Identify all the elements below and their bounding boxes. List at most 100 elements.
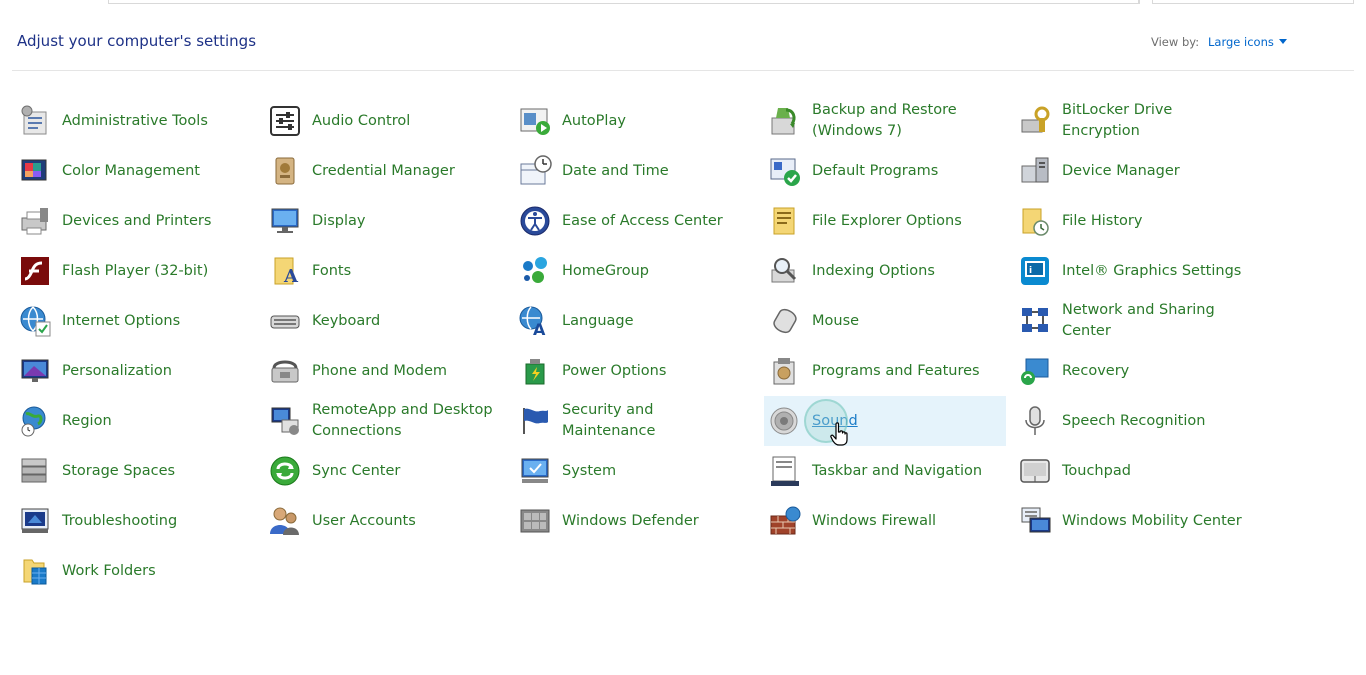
header: Adjust your computer's settings View by:… — [12, 24, 1354, 71]
security-maintenance-icon — [518, 404, 552, 438]
page-title: Adjust your computer's settings — [17, 32, 257, 50]
item-file-history[interactable]: File History — [1014, 196, 1256, 246]
item-label: System — [562, 462, 617, 479]
item-region[interactable]: Region — [14, 396, 256, 446]
item-default-programs[interactable]: Default Programs — [764, 146, 1006, 196]
item-label: Storage Spaces — [62, 462, 176, 479]
item-windows-mobility[interactable]: Windows Mobility Center — [1014, 496, 1256, 546]
recovery-icon — [1018, 354, 1052, 388]
item-personalization[interactable]: Personalization — [14, 346, 256, 396]
item-recovery[interactable]: Recovery — [1014, 346, 1256, 396]
item-devices-printers[interactable]: Devices and Printers — [14, 196, 256, 246]
windows-mobility-icon — [1018, 504, 1052, 538]
devices-printers-icon — [18, 204, 52, 238]
item-audio-control[interactable]: Audio Control — [264, 96, 506, 146]
ease-of-access-icon — [518, 204, 552, 238]
address-dropdown-button[interactable] — [1118, 0, 1139, 4]
chevron-down-icon — [1278, 39, 1287, 44]
item-label: Mouse — [812, 312, 860, 329]
item-user-accounts[interactable]: User Accounts — [264, 496, 506, 546]
item-storage-spaces[interactable]: Storage Spaces — [14, 446, 256, 496]
item-label: Work Folders — [62, 562, 156, 579]
item-label: Touchpad — [1062, 462, 1131, 479]
device-manager-icon — [1018, 154, 1052, 188]
display-icon — [268, 204, 302, 238]
item-keyboard[interactable]: Keyboard — [264, 296, 506, 346]
item-security-maintenance[interactable]: Security and Maintenance — [514, 396, 756, 446]
indexing-options-icon — [768, 254, 802, 288]
item-label: Administrative Tools — [62, 112, 208, 129]
file-history-icon — [1018, 204, 1052, 238]
view-by-label: View by: — [1151, 35, 1200, 49]
item-label: Devices and Printers — [62, 212, 212, 229]
item-sync-center[interactable]: Sync Center — [264, 446, 506, 496]
item-label: Internet Options — [62, 312, 181, 329]
autoplay-icon — [518, 104, 552, 138]
region-icon — [18, 404, 52, 438]
item-mouse[interactable]: Mouse — [764, 296, 1006, 346]
item-windows-firewall[interactable]: Windows Firewall — [764, 496, 1006, 546]
audio-control-icon — [268, 104, 302, 138]
item-programs-features[interactable]: Programs and Features — [764, 346, 1006, 396]
sync-center-icon — [268, 454, 302, 488]
language-icon: A — [518, 304, 552, 338]
hand-cursor-icon — [830, 422, 848, 446]
item-label: Power Options — [562, 362, 667, 379]
item-taskbar-navigation[interactable]: Taskbar and Navigation — [764, 446, 1006, 496]
item-fonts[interactable]: A Fonts — [264, 246, 506, 296]
item-credential-manager[interactable]: Credential Manager — [264, 146, 506, 196]
item-internet-options[interactable]: Internet Options — [14, 296, 256, 346]
item-label: Security and Maintenance — [562, 402, 656, 439]
item-label: Device Manager — [1062, 162, 1180, 179]
system-icon — [518, 454, 552, 488]
item-administrative-tools[interactable]: Administrative Tools — [14, 96, 256, 146]
address-bar[interactable] — [108, 0, 1140, 4]
item-autoplay[interactable]: AutoPlay — [514, 96, 756, 146]
item-label: Fonts — [312, 262, 352, 279]
item-homegroup[interactable]: HomeGroup — [514, 246, 756, 296]
item-label: Taskbar and Navigation — [812, 462, 983, 479]
item-label: File Explorer Options — [812, 212, 962, 229]
item-indexing-options[interactable]: Indexing Options — [764, 246, 1006, 296]
item-label: Audio Control — [312, 112, 411, 129]
item-speech-recognition[interactable]: Speech Recognition — [1014, 396, 1256, 446]
item-label: Sync Center — [312, 462, 401, 479]
item-language[interactable]: A Language — [514, 296, 756, 346]
search-input[interactable] — [1152, 0, 1354, 4]
item-label: Default Programs — [812, 162, 939, 179]
item-remoteapp[interactable]: RemoteApp and Desktop Connections — [264, 396, 506, 446]
item-sound[interactable]: Sound — [764, 396, 1006, 446]
keyboard-icon — [268, 304, 302, 338]
item-bitlocker[interactable]: BitLocker Drive Encryption — [1014, 96, 1256, 146]
taskbar-navigation-icon — [768, 454, 802, 488]
item-intel-graphics[interactable]: i Intel® Graphics Settings — [1014, 246, 1256, 296]
flash-player-icon — [18, 254, 52, 288]
item-troubleshooting[interactable]: Troubleshooting — [14, 496, 256, 546]
item-label: Programs and Features — [812, 362, 980, 379]
color-management-icon — [18, 154, 52, 188]
item-device-manager[interactable]: Device Manager — [1014, 146, 1256, 196]
item-work-folders[interactable]: Work Folders — [14, 546, 256, 596]
item-network-sharing[interactable]: Network and Sharing Center — [1014, 296, 1256, 346]
item-touchpad[interactable]: Touchpad — [1014, 446, 1256, 496]
item-phone-modem[interactable]: Phone and Modem — [264, 346, 506, 396]
item-ease-of-access[interactable]: Ease of Access Center — [514, 196, 756, 246]
item-label: RemoteApp and Desktop Connections — [312, 402, 493, 439]
item-file-explorer-options[interactable]: File Explorer Options — [764, 196, 1006, 246]
file-explorer-options-icon — [768, 204, 802, 238]
view-by-dropdown[interactable]: Large icons — [1208, 35, 1287, 49]
item-label: Intel® Graphics Settings — [1062, 262, 1242, 279]
item-date-time[interactable]: Date and Time — [514, 146, 756, 196]
item-power-options[interactable]: Power Options — [514, 346, 756, 396]
item-label: File History — [1062, 212, 1143, 229]
item-backup-restore[interactable]: Backup and Restore (Windows 7) — [764, 96, 1006, 146]
work-folders-icon — [18, 554, 52, 588]
speech-recognition-icon — [1018, 404, 1052, 438]
item-system[interactable]: System — [514, 446, 756, 496]
item-windows-defender[interactable]: Windows Defender — [514, 496, 756, 546]
item-color-management[interactable]: Color Management — [14, 146, 256, 196]
item-flash-player[interactable]: Flash Player (32-bit) — [14, 246, 256, 296]
item-label: Network and Sharing Center — [1062, 302, 1215, 339]
item-display[interactable]: Display — [264, 196, 506, 246]
item-label: Ease of Access Center — [562, 212, 723, 229]
